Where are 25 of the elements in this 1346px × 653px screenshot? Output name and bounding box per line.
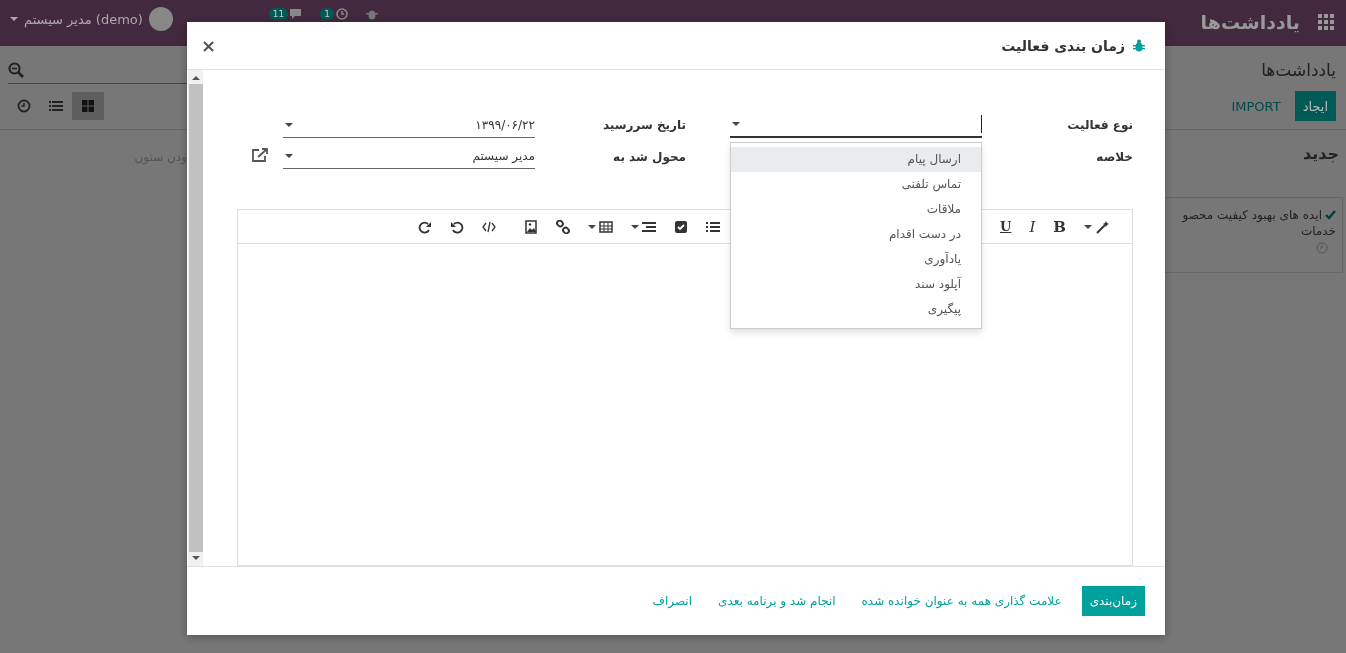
dropdown-option[interactable]: ملاقات bbox=[731, 197, 981, 222]
field-label: تاریخ سررسید bbox=[601, 118, 686, 132]
card-title: خدمات bbox=[1299, 224, 1336, 238]
dropdown-option[interactable]: پیگیری bbox=[731, 297, 981, 322]
column-title: جدید bbox=[1301, 143, 1340, 163]
card-title: ایده های بهبود کیفیت محصو bbox=[1182, 208, 1322, 222]
bold-button[interactable]: B bbox=[1046, 214, 1073, 239]
close-button[interactable]: × bbox=[199, 35, 219, 56]
user-name[interactable]: مدیر سیستم (demo) bbox=[24, 11, 143, 27]
field-label: نوع فعالیت bbox=[1066, 118, 1133, 132]
due-date-field[interactable]: ۱۳۹۹/۰۶/۲۲ bbox=[283, 112, 535, 138]
dropdown-option[interactable]: تماس تلفنی bbox=[731, 172, 981, 197]
dropdown-option[interactable]: در دست اقدام bbox=[731, 222, 981, 247]
underline-button[interactable]: U bbox=[993, 214, 1019, 239]
assigned-to-field[interactable]: مدیر سیستم bbox=[283, 144, 535, 169]
dialog-title: زمان بندی فعالیت bbox=[1001, 37, 1125, 54]
italic-button[interactable]: I bbox=[1022, 214, 1043, 239]
field-label: محول شد به bbox=[612, 149, 686, 164]
create-button[interactable]: ایجاد bbox=[1294, 91, 1336, 121]
dropdown-option[interactable]: ارسال پیام bbox=[731, 147, 981, 172]
dropdown-option[interactable]: یادآوری bbox=[731, 247, 981, 272]
app-title: یادداشت‌ها bbox=[1200, 11, 1300, 33]
dropdown-option[interactable]: آپلود سند bbox=[731, 272, 981, 297]
breadcrumb: یادداشت‌ها bbox=[1261, 60, 1336, 80]
field-label: خلاصه bbox=[1095, 149, 1133, 164]
